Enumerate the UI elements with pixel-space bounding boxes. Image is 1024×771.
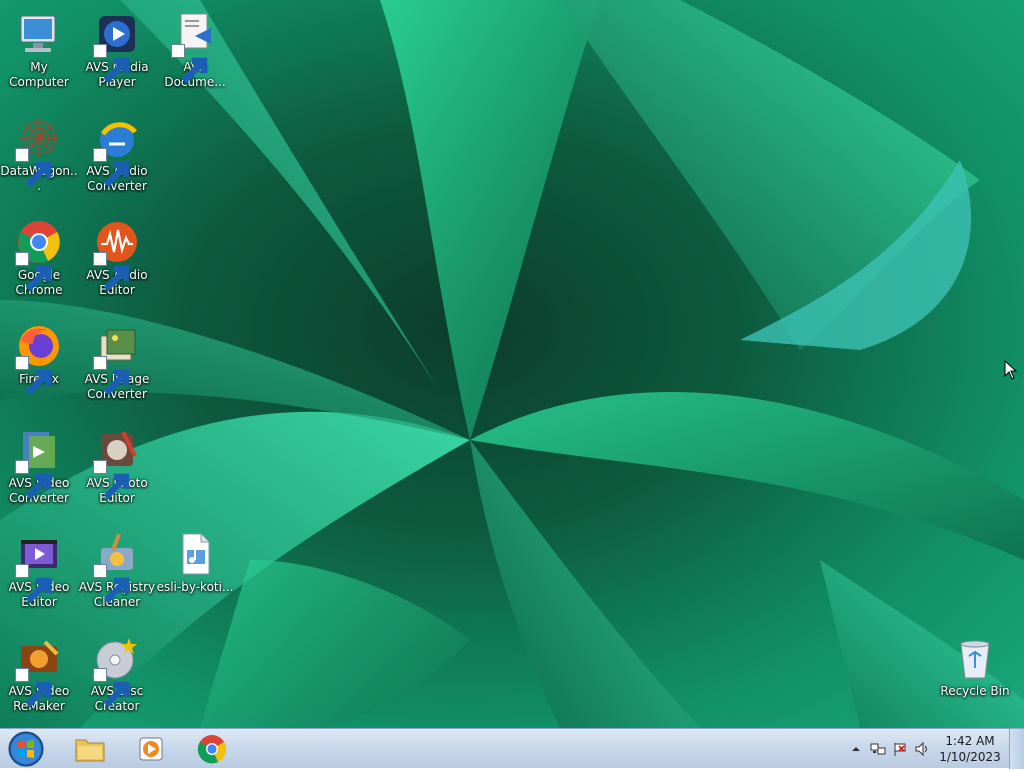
clock-date: 1/10/2023 <box>939 750 1001 764</box>
show-desktop-button[interactable] <box>1009 729 1024 769</box>
audio-file-icon <box>182 533 210 575</box>
desktop-icon-recycle-bin[interactable]: Recycle Bin <box>936 628 1014 699</box>
desktop-icon-my-computer[interactable]: My Computer <box>0 4 78 90</box>
show-hidden-icons-arrow[interactable] <box>848 741 864 757</box>
desktop-icon-label: My Computer <box>9 60 69 89</box>
mouse-cursor-icon <box>1004 360 1018 380</box>
computer-icon <box>20 15 56 52</box>
clock-time: 1:42 AM <box>945 734 995 748</box>
desktop-icon-label: esli-by-koti... <box>156 580 234 594</box>
taskbar-google-chrome[interactable] <box>186 731 238 767</box>
windows-start-icon <box>8 731 44 767</box>
desktop-icon-avs-media-player[interactable]: AVS Media Player <box>78 4 156 90</box>
desktop-icon-avs-video-remaker[interactable]: AVS Video ReMaker <box>0 628 78 714</box>
network-icon[interactable] <box>870 741 886 757</box>
desktop-icon-avs-disc-creator[interactable]: AVS Disc Creator <box>78 628 156 714</box>
taskbar: 1:42 AM 1/10/2023 <box>0 728 1024 769</box>
desktop-icon-audio-file[interactable]: esli-by-koti... <box>156 524 234 595</box>
action-center-flag-icon[interactable] <box>892 741 908 757</box>
recycle-bin-icon <box>960 640 990 679</box>
desktop-icon-avs-video-converter[interactable]: AVS Video Converter <box>0 420 78 506</box>
desktop-icon-avs-video-editor[interactable]: AVS Video Editor <box>0 524 78 610</box>
taskbar-windows-media-player[interactable] <box>124 731 176 767</box>
volume-icon[interactable] <box>914 741 930 757</box>
media-player-icon <box>139 737 163 761</box>
desktop-icon-datawagon[interactable]: DataWagon... <box>0 108 78 194</box>
desktop-icon-avs-registry-cleaner[interactable]: AVS Registry Cleaner <box>78 524 156 610</box>
chrome-icon <box>197 735 227 764</box>
desktop-icon-avs-audio-converter[interactable]: AVS Audio Converter <box>78 108 156 194</box>
clock[interactable]: 1:42 AM 1/10/2023 <box>934 733 1006 765</box>
desktop-icon-avs-document-converter[interactable]: AVS Docume... <box>156 4 234 90</box>
desktop-icon-google-chrome[interactable]: Google Chrome <box>0 212 78 298</box>
desktop-icon-avs-photo-editor[interactable]: AVS Photo Editor <box>78 420 156 506</box>
taskbar-windows-explorer[interactable] <box>64 731 116 767</box>
start-button[interactable] <box>6 731 46 767</box>
desktop-icon-firefox[interactable]: Firefox <box>0 316 78 396</box>
desktop-icon-avs-audio-editor[interactable]: AVS Audio Editor <box>78 212 156 298</box>
desktop-icon-avs-image-converter[interactable]: AVS Image Converter <box>78 316 156 402</box>
desktop-icon-label: Recycle Bin <box>940 684 1010 698</box>
folder-icon <box>75 739 105 762</box>
system-tray: 1:42 AM 1/10/2023 <box>834 729 1024 769</box>
